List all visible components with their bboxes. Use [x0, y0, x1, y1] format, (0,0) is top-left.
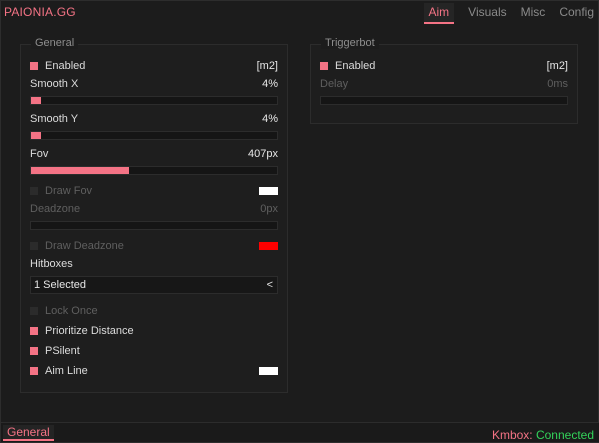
- tab-visuals[interactable]: Visuals: [468, 3, 506, 24]
- tab-aim[interactable]: Aim: [423, 3, 455, 24]
- deadzone-label: Deadzone: [30, 203, 81, 215]
- triggerbot-panel: Triggerbot Enabled [m2] Delay 0ms: [310, 37, 578, 124]
- connection-status-value: Connected: [535, 428, 594, 442]
- general-panel: General Enabled [m2] Smooth X 4% Smooth …: [20, 37, 288, 393]
- general-panel-title: General: [31, 37, 79, 49]
- psilent-label: PSilent: [45, 345, 80, 357]
- general-enabled-row[interactable]: Enabled [m2]: [30, 59, 278, 73]
- app-title: PAIONIA.GG: [4, 5, 76, 19]
- draw-deadzone-row[interactable]: Draw Deadzone: [30, 239, 278, 253]
- lock-once-label: Lock Once: [45, 305, 98, 317]
- deadzone-slider[interactable]: [30, 221, 278, 230]
- tab-misc[interactable]: Misc: [521, 3, 546, 24]
- hitboxes-selected-value: 1 Selected: [34, 279, 86, 291]
- hitboxes-row: Hitboxes: [30, 257, 278, 271]
- lock-once-row[interactable]: Lock Once: [30, 304, 278, 318]
- psilent-checkbox[interactable]: [30, 347, 38, 355]
- smooth-x-row: Smooth X 4%: [30, 77, 278, 91]
- fov-label: Fov: [30, 148, 49, 160]
- draw-deadzone-label: Draw Deadzone: [45, 240, 124, 252]
- draw-deadzone-checkbox[interactable]: [30, 242, 38, 250]
- psilent-row[interactable]: PSilent: [30, 344, 278, 358]
- smooth-y-slider-fill: [31, 132, 41, 139]
- draw-fov-color-swatch[interactable]: [259, 187, 278, 195]
- triggerbot-enabled-keybind[interactable]: [m2]: [547, 60, 568, 72]
- smooth-x-label: Smooth X: [30, 78, 79, 90]
- general-enabled-keybind[interactable]: [m2]: [257, 60, 278, 72]
- triggerbot-enabled-label: Enabled: [335, 60, 376, 72]
- bottom-tab-general[interactable]: General: [3, 425, 54, 441]
- draw-fov-checkbox[interactable]: [30, 187, 38, 195]
- delay-row: Delay 0ms: [320, 77, 568, 91]
- triggerbot-enabled-row[interactable]: Enabled [m2]: [320, 59, 568, 73]
- smooth-y-label: Smooth Y: [30, 113, 79, 125]
- triggerbot-enabled-checkbox[interactable]: [320, 62, 328, 70]
- tab-config[interactable]: Config: [559, 3, 594, 24]
- aim-line-color-swatch[interactable]: [259, 367, 278, 375]
- deadzone-row: Deadzone 0px: [30, 202, 278, 216]
- fov-slider[interactable]: [30, 166, 278, 175]
- draw-deadzone-color-swatch[interactable]: [259, 242, 278, 250]
- smooth-x-value: 4%: [262, 78, 278, 90]
- hitboxes-label: Hitboxes: [30, 258, 73, 270]
- general-enabled-checkbox[interactable]: [30, 62, 38, 70]
- delay-label: Delay: [320, 78, 349, 90]
- triggerbot-panel-title: Triggerbot: [321, 37, 379, 49]
- smooth-y-row: Smooth Y 4%: [30, 112, 278, 126]
- fov-row: Fov 407px: [30, 147, 278, 161]
- connection-status-label: Kmbox:: [491, 428, 536, 442]
- draw-fov-label: Draw Fov: [45, 185, 93, 197]
- lock-once-checkbox[interactable]: [30, 307, 38, 315]
- smooth-x-slider[interactable]: [30, 96, 278, 105]
- delay-slider[interactable]: [320, 96, 568, 105]
- draw-fov-row[interactable]: Draw Fov: [30, 184, 278, 198]
- connection-status: Kmbox: Connected: [492, 428, 594, 442]
- prioritize-distance-checkbox[interactable]: [30, 327, 38, 335]
- smooth-y-slider[interactable]: [30, 131, 278, 140]
- smooth-x-slider-fill: [31, 97, 41, 104]
- aim-line-row[interactable]: Aim Line: [30, 364, 278, 378]
- chevron-left-icon: <: [266, 279, 273, 291]
- prioritize-distance-row[interactable]: Prioritize Distance: [30, 324, 278, 338]
- delay-value: 0ms: [547, 78, 568, 90]
- bottom-bar: General Kmbox: Connected: [1, 422, 599, 442]
- fov-value: 407px: [248, 148, 278, 160]
- deadzone-value: 0px: [260, 203, 278, 215]
- hitboxes-select[interactable]: 1 Selected <: [30, 276, 278, 294]
- top-tabs: Aim Visuals Misc Config: [410, 3, 594, 24]
- aim-line-label: Aim Line: [45, 365, 88, 377]
- prioritize-distance-label: Prioritize Distance: [45, 325, 134, 337]
- aim-line-checkbox[interactable]: [30, 367, 38, 375]
- general-enabled-label: Enabled: [45, 60, 86, 72]
- main-window: PAIONIA.GG Aim Visuals Misc Config Gener…: [0, 0, 599, 443]
- fov-slider-fill: [31, 167, 130, 174]
- smooth-y-value: 4%: [262, 113, 278, 125]
